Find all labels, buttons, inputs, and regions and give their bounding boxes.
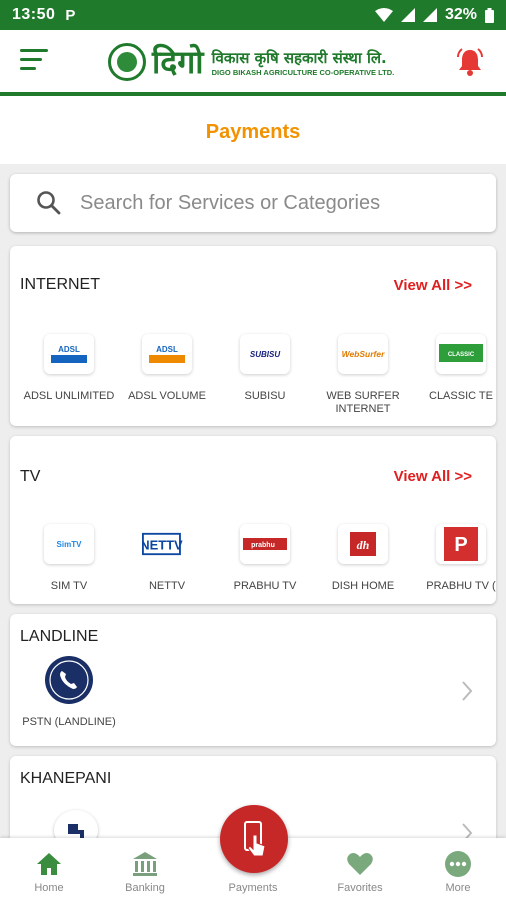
parking-notification-icon: P	[65, 6, 76, 24]
wifi-icon	[374, 8, 393, 22]
nav-label: Home	[34, 882, 64, 894]
nav-label: Payments	[228, 882, 278, 894]
prabhu-tv-alt-logo-icon: P	[436, 524, 486, 564]
tv-tiles: SimTV SIM TV NETTV NETTV prabhu PRABHU T…	[20, 524, 496, 593]
search-input[interactable]	[78, 190, 462, 216]
logo-texts: विकास कृषि सहकारी संस्था लि. DIGO BIKASH…	[212, 48, 395, 77]
svg-text:ADSL: ADSL	[58, 345, 80, 354]
svg-text:ADSL: ADSL	[156, 345, 178, 354]
nettv-logo-icon: NETTV	[142, 524, 192, 564]
svg-text:P: P	[454, 534, 467, 556]
section-title: TV	[20, 468, 41, 485]
battery-icon	[485, 7, 494, 23]
status-bar: 13:50 P 32%	[0, 0, 506, 30]
section-tv: TV View All >> SimTV SIM TV NETTV NETTV …	[10, 436, 496, 604]
svg-text:CLASSIC: CLASSIC	[448, 352, 475, 358]
nav-label: Favorites	[337, 882, 383, 894]
service-label: ADSL VOLUME	[128, 390, 206, 402]
search-icon	[37, 191, 61, 215]
section-internet: INTERNET View All >> ADSL ADSL UNLIMITED…	[10, 246, 496, 426]
service-label: DISH HOME	[331, 580, 395, 592]
view-all-tv-link[interactable]: View All >>	[394, 468, 472, 485]
nav-favorites[interactable]: Favorites	[320, 838, 400, 900]
logo-subtitle-nepali: विकास कृषि सहकारी संस्था लि.	[211, 48, 387, 67]
status-right: 32%	[374, 6, 494, 24]
section-title: INTERNET	[20, 276, 100, 293]
svg-text:NETTV: NETTV	[142, 538, 183, 553]
service-classic-tech[interactable]: CLASSIC CLASSIC TE	[412, 334, 496, 416]
nav-label: Banking	[125, 882, 165, 894]
brand-logo: दिगो विकास कृषि सहकारी संस्था लि. DIGO B…	[108, 40, 426, 84]
home-icon	[37, 853, 61, 875]
svg-text:WebSurfer: WebSurfer	[342, 349, 385, 359]
service-dish-home[interactable]: dh DISH HOME	[314, 524, 412, 593]
search-bar[interactable]	[10, 174, 496, 232]
service-prabhu-tv-2[interactable]: P PRABHU TV (	[412, 524, 496, 593]
service-label: WEB SURFER INTERNET	[326, 390, 400, 415]
service-web-surfer[interactable]: WebSurfer WEB SURFER INTERNET	[314, 334, 412, 416]
app-bar: दिगो विकास कृषि सहकारी संस्था लि. DIGO B…	[0, 30, 506, 96]
battery-percent: 32%	[444, 6, 477, 23]
svg-text:prabhu: prabhu	[251, 542, 275, 549]
chevron-right-icon[interactable]	[460, 680, 474, 702]
dish-home-logo-icon: dh	[338, 524, 388, 564]
service-nettv[interactable]: NETTV NETTV	[118, 524, 216, 593]
service-sim-tv[interactable]: SimTV SIM TV	[20, 524, 118, 593]
service-label: NETTV	[148, 580, 186, 592]
logo-subtitle-english: DIGO BIKASH AGRICULTURE CO-OPERATIVE LTD…	[211, 67, 395, 77]
service-subisu[interactable]: SUBISU SUBISU	[216, 334, 314, 416]
svg-text:dh: dh	[357, 538, 370, 552]
prabhu-tv-logo-icon: prabhu	[240, 524, 290, 564]
logo-seal	[108, 43, 146, 81]
svg-text:SimTV: SimTV	[57, 540, 83, 549]
service-label: CLASSIC TE	[429, 390, 493, 402]
bank-icon	[133, 852, 157, 876]
page-title: Payments	[0, 96, 506, 164]
menu-icon[interactable]	[20, 49, 48, 73]
websurfer-logo-icon: WebSurfer	[338, 334, 388, 374]
service-label: SUBISU	[244, 390, 286, 402]
service-adsl-unlimited[interactable]: ADSL ADSL UNLIMITED	[20, 334, 118, 416]
adsl-logo-icon: ADSL	[44, 334, 94, 374]
simtv-logo-icon: SimTV	[44, 524, 94, 564]
section-title: LANDLINE	[20, 628, 99, 645]
nav-home[interactable]: Home	[9, 838, 89, 900]
status-time: 13:50	[12, 6, 56, 23]
service-label: PRABHU TV	[233, 580, 297, 592]
signal-icon-2	[422, 8, 437, 22]
payments-fab-button[interactable]	[220, 805, 288, 873]
service-prabhu-tv[interactable]: prabhu PRABHU TV	[216, 524, 314, 593]
service-label: ADSL UNLIMITED	[23, 390, 115, 402]
classic-tech-logo-icon: CLASSIC	[436, 334, 486, 374]
section-title: KHANEPANI	[20, 770, 112, 787]
nav-more[interactable]: More	[418, 838, 498, 900]
internet-tiles: ADSL ADSL UNLIMITED ADSL ADSL VOLUME SUB…	[20, 334, 496, 416]
phone-tap-icon	[244, 821, 266, 857]
service-label: PRABHU TV (	[426, 580, 496, 592]
logo-title: दिगो	[152, 43, 204, 81]
section-landline: LANDLINE PSTN (LANDLINE)	[10, 614, 496, 746]
more-icon	[445, 851, 471, 877]
service-label: SIM TV	[50, 580, 88, 592]
heart-icon	[347, 853, 373, 875]
signal-icon	[400, 8, 415, 22]
svg-text:SUBISU: SUBISU	[250, 350, 280, 359]
service-label: PSTN (LANDLINE)	[22, 716, 116, 728]
subisu-logo-icon: SUBISU	[240, 334, 290, 374]
view-all-internet-link[interactable]: View All >>	[394, 277, 472, 294]
nav-label: More	[445, 882, 471, 894]
adsl-volume-logo-icon: ADSL	[142, 334, 192, 374]
service-adsl-volume[interactable]: ADSL ADSL VOLUME	[118, 334, 216, 416]
service-pstn-landline[interactable]: PSTN (LANDLINE)	[20, 654, 118, 729]
nav-banking[interactable]: Banking	[105, 838, 185, 900]
phone-icon	[45, 656, 93, 704]
notification-bell-icon[interactable]	[456, 47, 484, 77]
